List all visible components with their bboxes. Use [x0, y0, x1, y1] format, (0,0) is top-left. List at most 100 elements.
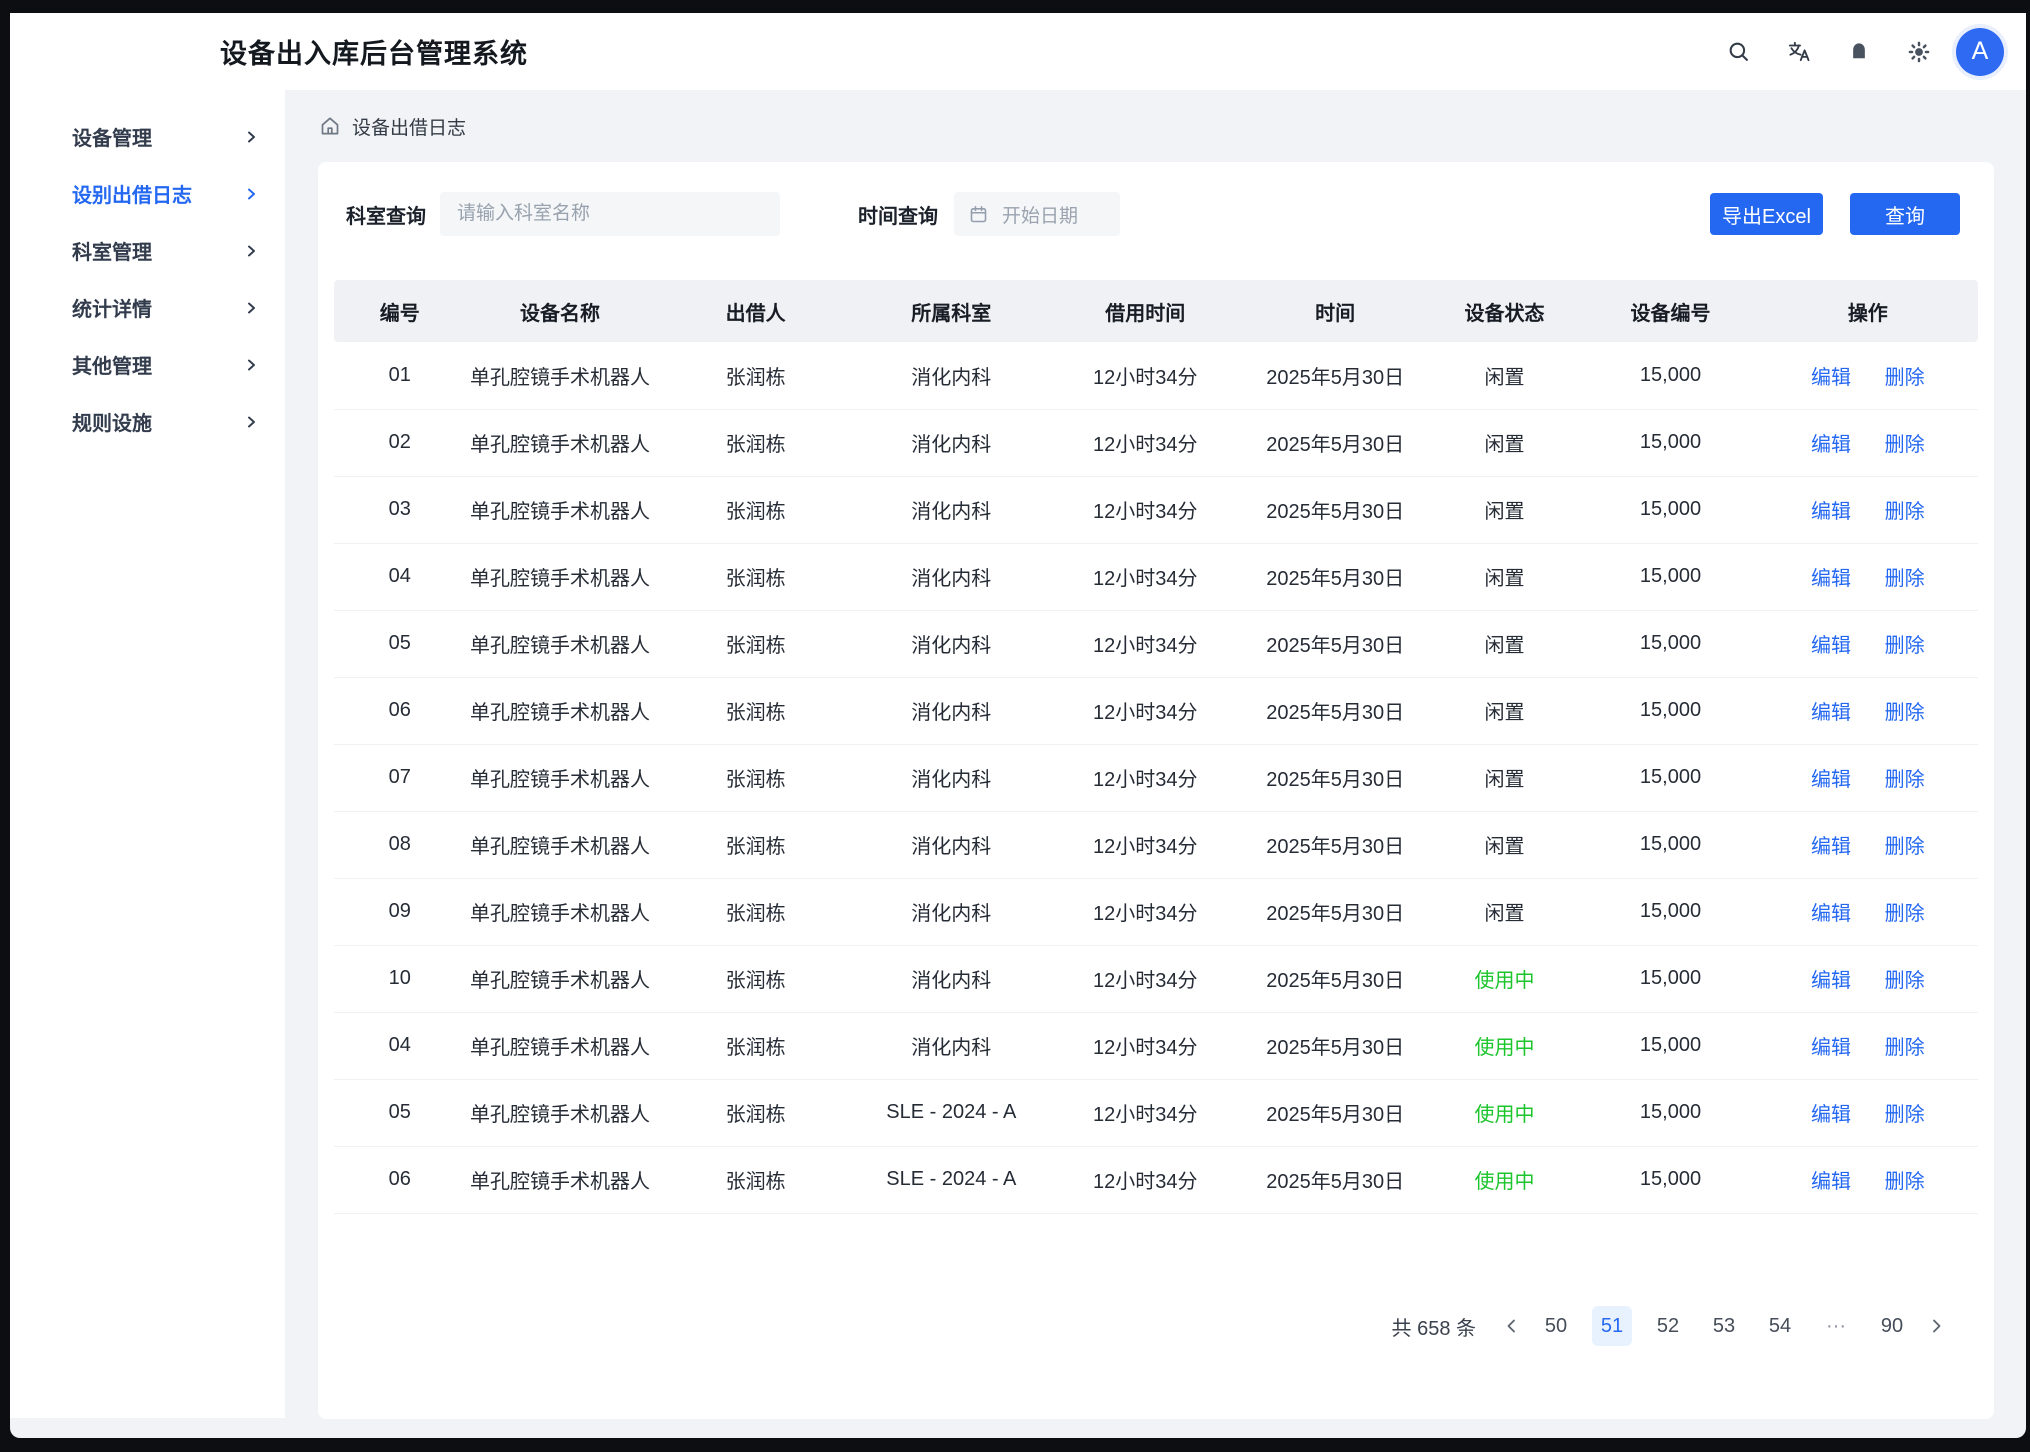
theme-button[interactable]: [1896, 29, 1942, 75]
main-content: 设备出借日志 科室查询 时间查询 开始日期: [285, 90, 2026, 1438]
delete-link[interactable]: 删除: [1885, 1104, 1925, 1126]
col-device-code: 设备编号: [1583, 280, 1757, 342]
home-icon[interactable]: [318, 114, 342, 138]
cell-actions: 编辑 删除: [1758, 1079, 1978, 1146]
edit-link[interactable]: 编辑: [1811, 1104, 1851, 1126]
cell-lender: 张润栋: [655, 1012, 857, 1079]
next-page-button[interactable]: [1918, 1306, 1954, 1346]
cell-device-name: 单孔腔镜手术机器人: [466, 342, 655, 409]
col-device-status: 设备状态: [1426, 280, 1584, 342]
export-excel-button[interactable]: 导出Excel: [1710, 193, 1823, 235]
delete-link[interactable]: 删除: [1885, 970, 1925, 992]
page-button[interactable]: 50: [1536, 1306, 1576, 1346]
translate-icon: [1786, 39, 1812, 65]
table-row: 09 单孔腔镜手术机器人 张润栋 消化内科 12小时34分 2025年5月30日…: [334, 878, 1978, 945]
edit-link[interactable]: 编辑: [1811, 1171, 1851, 1193]
user-avatar[interactable]: A: [1956, 28, 2004, 76]
edit-link[interactable]: 编辑: [1811, 568, 1851, 590]
cell-device-status: 使用中: [1426, 1079, 1584, 1146]
table-row: 01 单孔腔镜手术机器人 张润栋 消化内科 12小时34分 2025年5月30日…: [334, 342, 1978, 409]
search-button[interactable]: [1716, 29, 1762, 75]
sidebar-item-label: 统计详情: [72, 293, 243, 322]
translate-button[interactable]: [1776, 29, 1822, 75]
chevron-left-icon: [1503, 1317, 1521, 1335]
edit-link[interactable]: 编辑: [1811, 434, 1851, 456]
edit-link[interactable]: 编辑: [1811, 702, 1851, 724]
edit-link[interactable]: 编辑: [1811, 635, 1851, 657]
edit-link[interactable]: 编辑: [1811, 501, 1851, 523]
delete-link[interactable]: 删除: [1885, 769, 1925, 791]
time-search-label: 时间查询: [858, 200, 938, 229]
delete-link[interactable]: 删除: [1885, 1171, 1925, 1193]
header-actions: A: [1716, 28, 2004, 76]
table-row: 05 单孔腔镜手术机器人 张润栋 SLE - 2024 - A 12小时34分 …: [334, 1079, 1978, 1146]
sidebar-item[interactable]: 其他管理: [10, 336, 285, 393]
sidebar-item[interactable]: 科室管理: [10, 222, 285, 279]
delete-link[interactable]: 删除: [1885, 702, 1925, 724]
cell-borrow-duration: 12小时34分: [1046, 878, 1245, 945]
page-button[interactable]: 52: [1648, 1306, 1688, 1346]
col-device-name: 设备名称: [466, 280, 655, 342]
notifications-button[interactable]: [1836, 29, 1882, 75]
delete-link[interactable]: 删除: [1885, 1037, 1925, 1059]
cell-number: 04: [334, 1012, 466, 1079]
chevron-right-icon: [1927, 1317, 1945, 1335]
edit-link[interactable]: 编辑: [1811, 903, 1851, 925]
table-header-row: 编号 设备名称 出借人 所属科室 借用时间 时间 设备状态 设备编号 操作: [334, 280, 1978, 342]
cell-device-status: 闲置: [1426, 543, 1584, 610]
delete-link[interactable]: 删除: [1885, 903, 1925, 925]
cell-number: 05: [334, 610, 466, 677]
cell-actions: 编辑 删除: [1758, 1146, 1978, 1213]
delete-link[interactable]: 删除: [1885, 836, 1925, 858]
page-button[interactable]: 90: [1872, 1306, 1912, 1346]
cell-department: SLE - 2024 - A: [857, 1146, 1046, 1213]
delete-link[interactable]: 删除: [1885, 367, 1925, 389]
sidebar-item[interactable]: 规则设施: [10, 393, 285, 450]
table-row: 06 单孔腔镜手术机器人 张润栋 消化内科 12小时34分 2025年5月30日…: [334, 677, 1978, 744]
query-button[interactable]: 查询: [1850, 193, 1960, 235]
cell-device-name: 单孔腔镜手术机器人: [466, 409, 655, 476]
start-date-placeholder: 开始日期: [1002, 201, 1078, 228]
edit-link[interactable]: 编辑: [1811, 1037, 1851, 1059]
cell-device-status: 使用中: [1426, 945, 1584, 1012]
cell-device-status: 闲置: [1426, 811, 1584, 878]
cell-actions: 编辑 删除: [1758, 476, 1978, 543]
cell-lender: 张润栋: [655, 677, 857, 744]
sidebar-item[interactable]: 设别出借日志: [10, 165, 285, 222]
sidebar-item[interactable]: 统计详情: [10, 279, 285, 336]
edit-link[interactable]: 编辑: [1811, 836, 1851, 858]
edit-link[interactable]: 编辑: [1811, 367, 1851, 389]
dept-search-input[interactable]: [440, 192, 780, 236]
cell-device-code: 15,000: [1583, 744, 1757, 811]
delete-link[interactable]: 删除: [1885, 434, 1925, 456]
delete-link[interactable]: 删除: [1885, 635, 1925, 657]
cell-date: 2025年5月30日: [1245, 610, 1426, 677]
brightness-icon: [1906, 39, 1932, 65]
page-button[interactable]: 51: [1592, 1306, 1632, 1346]
cell-device-code: 15,000: [1583, 878, 1757, 945]
cell-borrow-duration: 12小时34分: [1046, 342, 1245, 409]
cell-lender: 张润栋: [655, 945, 857, 1012]
prev-page-button[interactable]: [1494, 1306, 1530, 1346]
edit-link[interactable]: 编辑: [1811, 970, 1851, 992]
delete-link[interactable]: 删除: [1885, 568, 1925, 590]
cell-number: 06: [334, 1146, 466, 1213]
cell-actions: 编辑 删除: [1758, 543, 1978, 610]
edit-link[interactable]: 编辑: [1811, 769, 1851, 791]
sidebar-item[interactable]: 设备管理: [10, 108, 285, 165]
cell-lender: 张润栋: [655, 811, 857, 878]
cell-device-code: 15,000: [1583, 677, 1757, 744]
cell-device-name: 单孔腔镜手术机器人: [466, 1079, 655, 1146]
cell-department: 消化内科: [857, 945, 1046, 1012]
cell-device-code: 15,000: [1583, 610, 1757, 677]
cell-device-name: 单孔腔镜手术机器人: [466, 878, 655, 945]
page-button[interactable]: 54: [1760, 1306, 1800, 1346]
cell-device-name: 单孔腔镜手术机器人: [466, 945, 655, 1012]
start-date-picker[interactable]: 开始日期: [954, 192, 1120, 236]
cell-device-name: 单孔腔镜手术机器人: [466, 543, 655, 610]
cell-date: 2025年5月30日: [1245, 878, 1426, 945]
table-row: 07 单孔腔镜手术机器人 张润栋 消化内科 12小时34分 2025年5月30日…: [334, 744, 1978, 811]
delete-link[interactable]: 删除: [1885, 501, 1925, 523]
page-button[interactable]: 53: [1704, 1306, 1744, 1346]
cell-device-code: 15,000: [1583, 945, 1757, 1012]
